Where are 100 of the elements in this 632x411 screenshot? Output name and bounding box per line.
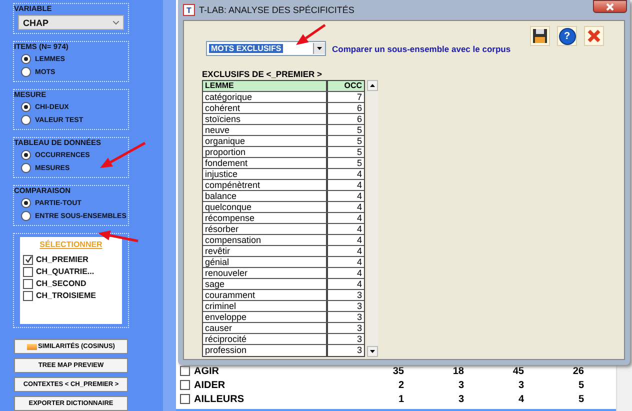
table-cell: quelconque (203, 202, 328, 212)
column-header[interactable]: LEMME (203, 81, 328, 91)
table-cell: enveloppe (203, 312, 328, 322)
checkbox[interactable] (23, 290, 33, 300)
table-cell: couramment (203, 290, 328, 300)
close-button[interactable] (593, 0, 627, 13)
table-cell: catégorique (203, 92, 328, 102)
table-cell-text: 7 (356, 92, 363, 102)
table-cell-text: 3 (356, 345, 363, 356)
table-cell: injustice (203, 169, 328, 179)
table-cell: fondement (203, 158, 328, 168)
close-icon (606, 2, 614, 10)
checkbox-label: CH_PREMIER (36, 255, 88, 264)
table-cell-text: 5 (356, 158, 363, 168)
table-cell: balance (203, 191, 328, 201)
table-cell-text: 5 (577, 380, 584, 390)
table-cell-text: 4 (517, 394, 524, 404)
arrow-annotation (100, 142, 146, 168)
table-cell-text: 4 (356, 279, 363, 289)
table-cell-text: 3 (457, 380, 464, 390)
table-cell: récompense (203, 213, 328, 223)
radio-button[interactable] (21, 163, 31, 173)
table-cell: cohérent (203, 103, 328, 113)
scroll-up-icon (370, 84, 375, 87)
table-cell-text: 3 (517, 380, 524, 390)
table-cell-text: 3 (356, 323, 363, 333)
checkbox[interactable] (180, 394, 190, 404)
table-cell-text: 18 (452, 366, 464, 376)
checkbox[interactable] (23, 266, 33, 276)
table-cell: résorber (203, 224, 328, 234)
checkbox[interactable] (23, 254, 33, 264)
table-cell-text: 26 (572, 366, 584, 376)
table-cell: organique (203, 136, 328, 146)
table-cell: compénètrent (203, 180, 328, 190)
table-cell: génial (203, 257, 328, 267)
close-icon (587, 29, 601, 43)
table-cell-text: 6 (356, 103, 363, 113)
radio-button[interactable] (21, 115, 31, 125)
chevron-down-icon (113, 20, 119, 24)
table-cell-text: 4 (356, 202, 363, 212)
checkbox-label: CH_QUATRIE... (36, 267, 94, 276)
table-cell-text: 4 (356, 268, 363, 278)
table-cell: proportion (203, 147, 328, 157)
app-icon: T (183, 4, 195, 16)
table-cell-text: 4 (356, 235, 363, 245)
table-cell: sage (203, 279, 328, 289)
table-cell: profession (203, 345, 328, 356)
help-button[interactable]: ? (557, 26, 577, 46)
table-cell-text: 3 (356, 334, 363, 344)
table-cell-text: 4 (356, 213, 363, 223)
table-title: EXCLUSIFS DE <_PREMIER > (202, 69, 323, 79)
table-cell-text: 4 (356, 169, 363, 179)
arrow-annotation (296, 24, 326, 45)
table-cell-text: 4 (356, 224, 363, 234)
table-cell-text: 3 (356, 301, 363, 311)
table-cell-text: 5 (577, 394, 584, 404)
table-cell-text: 4 (356, 180, 363, 190)
radio-button[interactable] (21, 102, 31, 112)
table-cell-text: 5 (356, 125, 363, 135)
mode-dropdown[interactable]: MOTS EXCLUSIFS (206, 41, 326, 56)
table-cell: renouveler (203, 268, 328, 278)
radio-button[interactable] (21, 211, 31, 221)
table-cell-text: 3 (356, 290, 363, 300)
table-cell-text: 2 (397, 380, 404, 390)
radio-button[interactable] (21, 198, 31, 208)
row-label: AGIR (194, 366, 220, 376)
table-cell: causer (203, 323, 328, 333)
table-cell: criminel (203, 301, 328, 311)
table-cell-text: 4 (356, 246, 363, 256)
scrollbar[interactable] (367, 80, 378, 357)
table-cell-text: 3 (457, 394, 464, 404)
table-cell: revêtir (203, 246, 328, 256)
new-badge-icon (27, 344, 38, 350)
checkbox-label: CH_TROISIEME (36, 291, 96, 300)
table-cell: neuve (203, 125, 328, 135)
column-header[interactable]: OCC (328, 81, 364, 91)
row-label: AIDER (194, 380, 226, 390)
table-cell-text: 5 (356, 147, 363, 157)
table-cell-text: 45 (512, 366, 524, 376)
radio-button[interactable] (21, 67, 31, 77)
checkbox[interactable] (23, 278, 33, 288)
variable-dropdown[interactable]: CHAP (18, 15, 124, 30)
checkbox-label: CH_SECOND (36, 279, 86, 288)
row-label: AILLEURS (194, 394, 245, 404)
window-title: T-LAB: ANALYSE DES SPÉCIFICITÉS (199, 5, 354, 15)
table-cell: stoïciens (203, 114, 328, 124)
checkbox[interactable] (180, 366, 190, 376)
table-cell-text: 4 (356, 191, 363, 201)
radio-button[interactable] (21, 54, 31, 64)
radio-button[interactable] (21, 150, 31, 160)
table-cell-text: 5 (356, 136, 363, 146)
table-cell: compensation (203, 235, 328, 245)
table-cell-text: 4 (356, 257, 363, 267)
save-button[interactable] (530, 26, 550, 46)
table-cell-text: 3 (356, 312, 363, 322)
checkbox[interactable] (180, 380, 190, 390)
scroll-down-icon (370, 350, 375, 353)
table-cell-text: 35 (392, 366, 404, 376)
table-cell-text: 6 (356, 114, 363, 124)
mode-description: Comparer un sous-ensemble avec le corpus (332, 44, 511, 54)
